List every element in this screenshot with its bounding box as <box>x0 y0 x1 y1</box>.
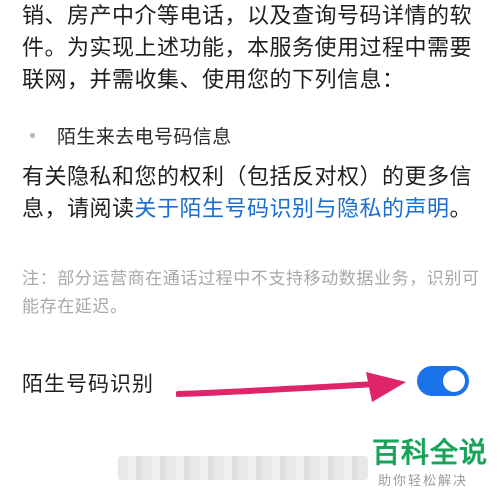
blurred-content <box>118 456 368 480</box>
watermark-title: 百科全说 <box>372 436 489 469</box>
watermark-logo: 百科全说 助你轻松解决 <box>372 436 492 489</box>
privacy-intro-text: 销、房产中介等电话，以及查询号码详情的软件。为实现上述功能，本服务使用过程中需要… <box>22 4 473 93</box>
list-item-label: 陌生来去电号码信息 <box>57 125 232 148</box>
privacy-rights-text: 有关隐私和您的权利（包括反对权）的更多信息，请阅读关于陌生号码识别与隐私的声明。 <box>22 162 482 226</box>
arrow-annotation-icon <box>176 372 406 402</box>
rights-suffix: 。 <box>449 197 473 222</box>
list-item: 陌生来去电号码信息 <box>30 121 232 149</box>
setting-label: 陌生号码识别 <box>22 372 154 396</box>
toggle-knob <box>443 370 465 392</box>
privacy-statement-link[interactable]: 关于陌生号码识别与隐私的声明 <box>135 197 450 222</box>
watermark-subtitle: 助你轻松解决 <box>378 474 469 489</box>
bullet-dot-icon <box>30 132 35 138</box>
carrier-note: 注：部分运营商在通话过程中不支持移动数据业务，识别可能存在延迟。 <box>22 269 480 317</box>
stranger-id-toggle[interactable] <box>417 366 469 396</box>
